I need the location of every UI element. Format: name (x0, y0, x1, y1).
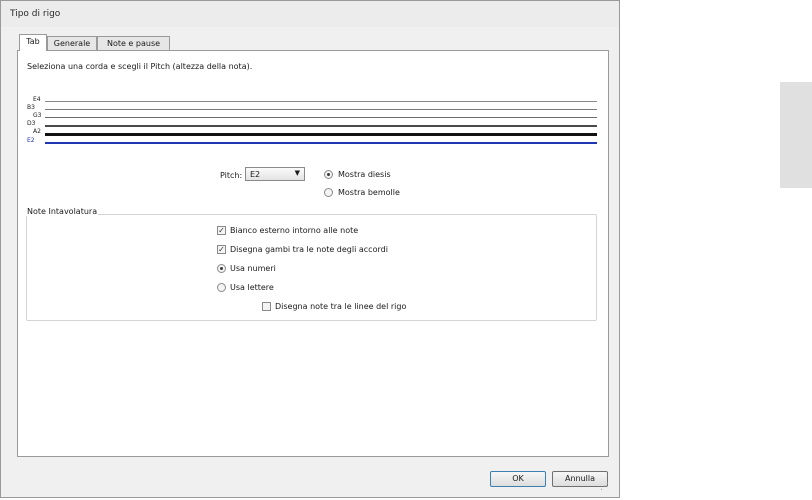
string-line-d3[interactable] (45, 125, 597, 127)
radio-usa-numeri-label[interactable]: Usa numeri (230, 264, 276, 273)
string-label-b3: B3 (27, 104, 35, 111)
window-title: Tipo di rigo (10, 9, 61, 19)
radio-mostra-bemolle-label[interactable]: Mostra bemolle (338, 188, 400, 197)
string-label-e4: E4 (33, 96, 41, 103)
radio-usa-lettere[interactable] (217, 283, 226, 292)
title-bar[interactable]: Tipo di rigo (1, 1, 619, 27)
tab-tab[interactable]: Tab (19, 34, 47, 51)
string-label-e2: E2 (27, 137, 35, 144)
checkbox-disegna-note[interactable] (262, 302, 271, 311)
string-line-e4[interactable] (45, 101, 597, 102)
resize-grip-icon[interactable]: ⋰ (600, 482, 609, 492)
radio-mostra-diesis-label[interactable]: Mostra diesis (338, 170, 391, 179)
pitch-value: E2 (250, 170, 261, 179)
dialog-window: Tipo di rigo Tab Generale Note e pause S… (0, 0, 620, 498)
string-line-b3[interactable] (45, 109, 597, 110)
ok-button[interactable]: OK (490, 471, 546, 487)
tab-generale[interactable]: Generale (47, 36, 97, 50)
string-label-a2: A2 (33, 128, 41, 135)
string-line-a2[interactable] (45, 133, 597, 136)
checkbox-disegna-gambi-label[interactable]: Disegna gambi tra le note degli accordi (230, 245, 388, 254)
checkbox-bianco-esterno[interactable]: ✓ (217, 226, 226, 235)
checkbox-bianco-esterno-label[interactable]: Bianco esterno intorno alle note (230, 226, 358, 235)
checkbox-disegna-gambi[interactable]: ✓ (217, 245, 226, 254)
side-panel (780, 82, 812, 188)
tab-panel: Seleziona una corda e scegli il Pitch (a… (17, 50, 609, 457)
radio-mostra-bemolle[interactable] (324, 188, 333, 197)
radio-usa-numeri[interactable] (217, 264, 226, 273)
radio-mostra-diesis[interactable] (324, 170, 333, 179)
tab-note-e-pause[interactable]: Note e pause (97, 36, 170, 50)
tab-staff: E4 B3 G3 D3 A2 E2 (27, 96, 599, 146)
pitch-label: Pitch: (220, 171, 243, 180)
string-line-e2[interactable] (45, 142, 597, 144)
checkbox-disegna-note-label[interactable]: Disegna note tra le linee del rigo (275, 302, 406, 311)
string-label-d3: D3 (27, 120, 36, 127)
radio-usa-lettere-label[interactable]: Usa lettere (230, 283, 274, 292)
string-line-g3[interactable] (45, 117, 597, 118)
group-title: Note Intavolatura (26, 207, 99, 216)
pitch-select[interactable]: E2 ▼ (245, 167, 305, 181)
string-label-g3: G3 (33, 112, 42, 119)
instruction-text: Seleziona una corda e scegli il Pitch (a… (27, 62, 253, 71)
dropdown-arrow-icon: ▼ (294, 169, 300, 177)
